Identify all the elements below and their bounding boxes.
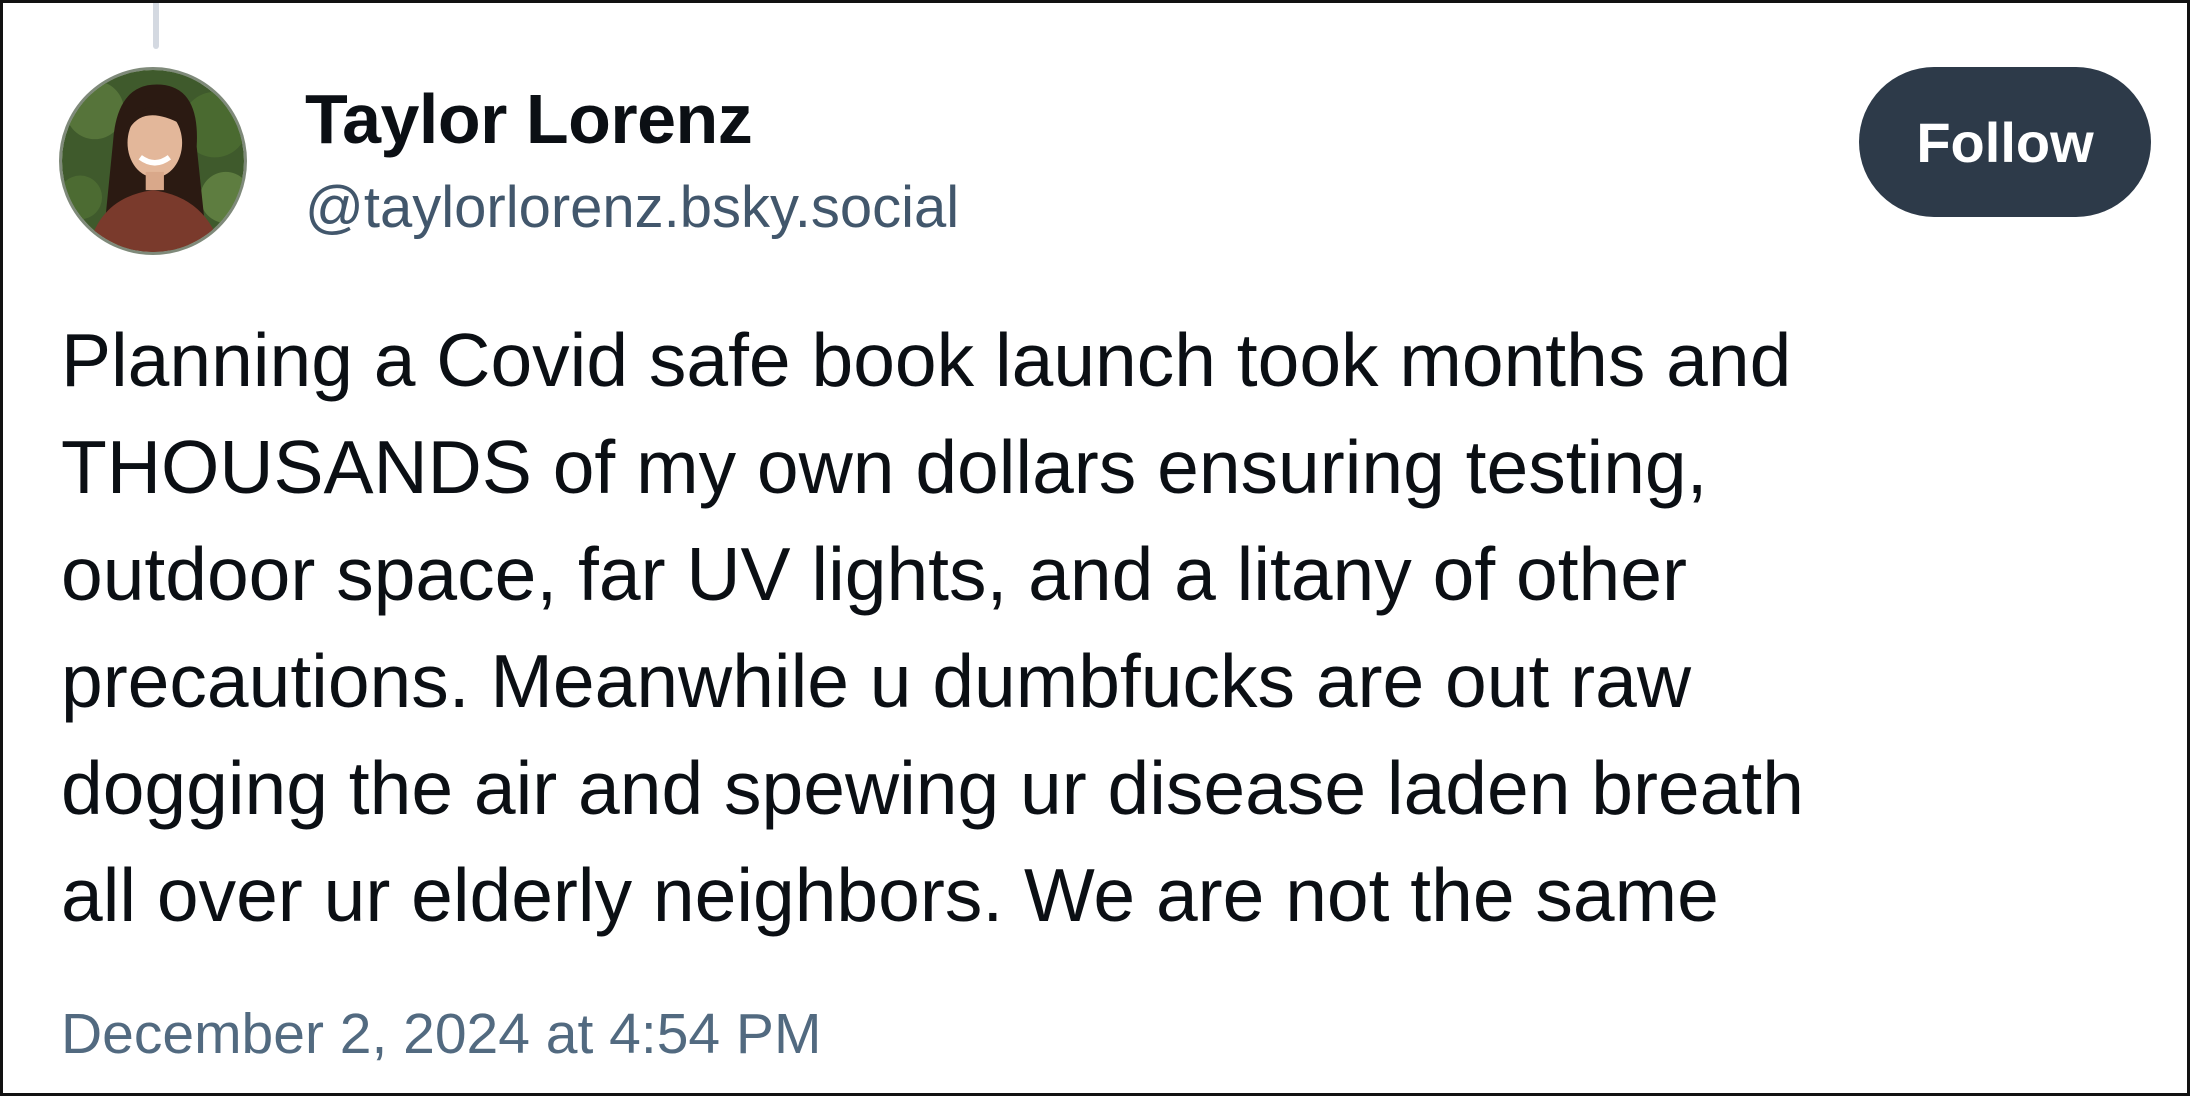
avatar[interactable] <box>59 67 247 255</box>
post-text-line: dogging the air and spewing ur disease l… <box>61 746 1804 830</box>
post-text-line: Planning a Covid safe book launch took m… <box>61 318 1792 402</box>
post-text-line: THOUSANDS of my own dollars ensuring tes… <box>61 425 1708 509</box>
post-text-line: all over ur elderly neighbors. We are no… <box>61 853 1719 937</box>
follow-button[interactable]: Follow <box>1859 67 2151 217</box>
post-text-line: outdoor space, far UV lights, and a lita… <box>61 532 1687 616</box>
author-display-name[interactable]: Taylor Lorenz <box>305 77 753 161</box>
post-timestamp[interactable]: December 2, 2024 at 4:54 PM <box>61 999 821 1069</box>
post-text: Planning a Covid safe book launch took m… <box>61 307 2161 949</box>
author-handle[interactable]: @taylorlorenz.bsky.social <box>305 173 959 243</box>
post-card: Taylor Lorenz @taylorlorenz.bsky.social … <box>0 0 2190 1096</box>
post-text-line: precautions. Meanwhile u dumbfucks are o… <box>61 639 1692 723</box>
thread-connector-line <box>153 3 159 49</box>
avatar-photo-icon <box>62 70 244 252</box>
